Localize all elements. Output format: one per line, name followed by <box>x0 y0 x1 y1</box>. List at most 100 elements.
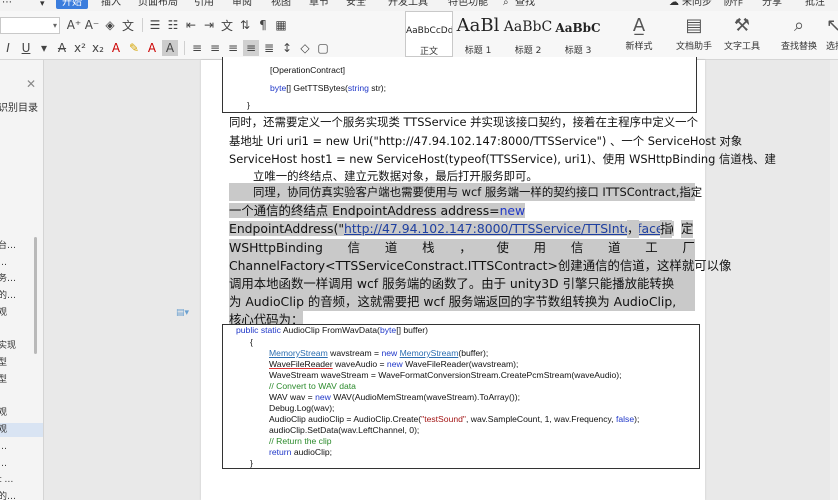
tab-insert[interactable]: 插入 <box>101 0 121 8</box>
style-heading-2[interactable]: AaBbC 标题 2 <box>503 11 553 57</box>
text-line: WSHttpBinding 信道栈，使用信道工厂 <box>229 239 695 257</box>
wrench-icon: ⚒ <box>733 15 751 36</box>
tab-developer[interactable]: 开发工具 <box>388 0 428 8</box>
doc-assistant-button[interactable]: ▤ 文档助手 <box>670 11 718 60</box>
tab-find[interactable]: 查找 <box>515 0 535 8</box>
code-line: audioClip.SetData(wav.LeftChannel, 0); <box>269 425 420 435</box>
close-icon[interactable]: ✕ <box>26 77 36 91</box>
nav-item[interactable]: 观 <box>0 306 43 320</box>
subscript-icon[interactable]: x₂ <box>90 40 106 56</box>
style-gallery: AaBbCcDd 正文 AaBl 标题 1 AaBbC 标题 2 AaBbC 标… <box>405 11 603 60</box>
char-shading-icon[interactable]: A <box>162 40 178 56</box>
collab-button[interactable]: 协作 <box>723 0 743 8</box>
new-style-button[interactable]: A̲ 新样式 <box>616 11 662 60</box>
tab-home[interactable]: 开始 <box>56 0 88 9</box>
nav-item[interactable]: 务… <box>0 272 43 286</box>
text-line: 为 AudioClip 的音频，这就需要把 wcf 服务端返回的字节数组转换为 … <box>229 293 695 311</box>
nav-item-selected[interactable]: 观 <box>0 423 43 437</box>
nav-item[interactable]: 的… <box>0 289 43 303</box>
sort-icon[interactable]: ⇅ <box>237 17 253 33</box>
tab-security[interactable]: 安全 <box>346 0 366 8</box>
font-row: A⁺ A⁻ ◈ 文 ☰ ☷ ⇤ ⇥ 文 ⇅ ¶ ▦ <box>66 17 291 33</box>
vertical-scrollbar[interactable] <box>830 60 838 500</box>
document-icon: ▤ <box>685 15 703 36</box>
highlight-icon[interactable]: ✎ <box>126 40 142 56</box>
underline-icon[interactable]: U <box>18 40 34 56</box>
code-line: AudioClip audioClip = AudioClip.Create("… <box>269 414 640 424</box>
shading-icon[interactable]: ◇ <box>297 40 313 56</box>
chevron-down-icon[interactable]: ▾ <box>36 40 52 56</box>
font-size-select[interactable]: ▾ <box>0 17 60 34</box>
table-icon[interactable]: ▦ <box>273 17 289 33</box>
code-line: MemoryStream wavstream = new MemoryStrea… <box>269 348 489 358</box>
numbered-list-icon[interactable]: ☷ <box>165 17 181 33</box>
paste-options-icon[interactable]: ▤▾ <box>176 308 189 318</box>
nav-item[interactable]: 实现 <box>0 339 43 353</box>
border-icon[interactable]: ▢ <box>315 40 331 56</box>
search-icon[interactable]: ⌕ <box>503 0 509 8</box>
comment-button[interactable]: 批注 <box>805 0 825 8</box>
tab-review[interactable]: 审阅 <box>232 0 252 8</box>
align-left-icon[interactable]: ≡ <box>189 40 205 56</box>
code-comment: // Return the clip <box>269 436 332 446</box>
bullet-list-icon[interactable]: ☰ <box>147 17 163 33</box>
format-row: I U ▾ A x² x₂ A ✎ A A ≡ ≡ ≡ ≡ ≣ ↕ ◇ ▢ <box>0 40 333 56</box>
code-line: WAV wav = new WAV(AudioMemStream(waveStr… <box>269 392 520 402</box>
nav-item[interactable]: 型 <box>0 373 43 387</box>
tab-sections[interactable]: 章节 <box>309 0 329 8</box>
distributed-icon[interactable]: ≣ <box>261 40 277 56</box>
tab-page-layout[interactable]: 页面布局 <box>138 0 178 8</box>
nav-item[interactable]: … <box>0 440 43 454</box>
text-line: ServiceHost host1 = new ServiceHost(type… <box>229 152 776 166</box>
align-right-icon[interactable]: ≡ <box>225 40 241 56</box>
indent-icon[interactable]: ⇥ <box>201 17 217 33</box>
navigation-pane: ✕ 识别目录 台… … 务… 的… 观 实现 型 型 观 观 … … t … 的… <box>0 60 44 500</box>
nav-item[interactable]: t … <box>0 473 43 487</box>
code-line: Debug.Log(wav); <box>269 403 335 413</box>
superscript-icon[interactable]: x² <box>72 40 88 56</box>
line-spacing-icon[interactable]: ↕ <box>279 40 295 56</box>
italic-icon[interactable]: I <box>0 40 16 56</box>
style-heading-3[interactable]: AaBbC 标题 3 <box>553 11 603 57</box>
nav-heading[interactable]: 识别目录 <box>0 99 38 114</box>
nav-item[interactable]: 台… <box>0 239 43 253</box>
text-color-icon[interactable]: A <box>144 40 160 56</box>
font-shrink-icon[interactable]: A⁻ <box>84 17 100 33</box>
font-grow-icon[interactable]: A⁺ <box>66 17 82 33</box>
tab-view[interactable]: 视图 <box>271 0 291 8</box>
style-normal[interactable]: AaBbCcDd 正文 <box>405 11 453 57</box>
font-color-icon[interactable]: A <box>108 40 124 56</box>
show-marks-icon[interactable]: ¶ <box>255 17 271 33</box>
tab-references[interactable]: 引用 <box>194 0 214 8</box>
style-heading-1[interactable]: AaBl 标题 1 <box>453 11 503 57</box>
share-button[interactable]: 分享 <box>762 0 782 8</box>
text-line: 同理，协同仿真实验客户端也需要使用与 wcf 服务端一样的契约接口 ITTSCo… <box>229 183 702 201</box>
nav-item[interactable]: 的… <box>0 490 43 500</box>
menu-overflow[interactable]: ⋯ <box>2 0 12 8</box>
chinese-layout-icon[interactable]: 文 <box>219 17 235 33</box>
align-center-icon[interactable]: ≡ <box>207 40 223 56</box>
phonetic-icon[interactable]: 文 <box>120 17 136 33</box>
nav-item[interactable]: … <box>0 256 43 270</box>
cursor-icon: ↖ <box>826 15 838 36</box>
dropdown-icon[interactable]: ▾ <box>40 0 45 9</box>
justify-icon[interactable]: ≡ <box>243 40 259 56</box>
text-tools-button[interactable]: ⚒ 文字工具 <box>720 11 764 60</box>
nav-item[interactable]: … <box>0 457 43 471</box>
magnifier-icon: ⌕ <box>793 15 805 36</box>
style-name: 正文 <box>419 47 438 57</box>
nav-item[interactable]: 观 <box>0 406 43 420</box>
style-name: 标题 2 <box>514 46 542 56</box>
tab-features[interactable]: 特色功能 <box>448 0 488 8</box>
select-button[interactable]: ↖ 选择 <box>826 11 838 60</box>
clear-format-icon[interactable]: ◈ <box>102 17 118 33</box>
code-block-bottom: public static AudioClip FromWavData(byte… <box>222 324 700 469</box>
outdent-icon[interactable]: ⇤ <box>183 17 199 33</box>
style-sample: AaBbC <box>503 19 553 35</box>
sync-status[interactable]: 未同步 <box>682 0 712 8</box>
code-line: } <box>247 100 250 110</box>
find-replace-button[interactable]: ⌕ 查找替换 <box>776 11 822 60</box>
strikethrough-icon[interactable]: A <box>54 40 70 56</box>
nav-item[interactable]: 型 <box>0 356 43 370</box>
nav-scrollbar[interactable] <box>34 237 37 354</box>
